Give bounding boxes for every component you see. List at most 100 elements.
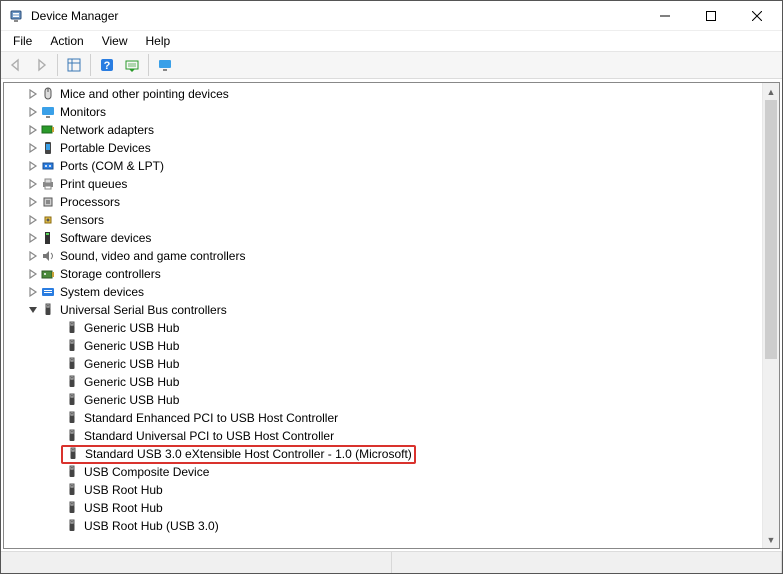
category-storage-controllers[interactable]: Storage controllers <box>4 265 762 283</box>
device-item[interactable]: Standard USB 3.0 eXtensible Host Control… <box>4 445 762 463</box>
device-label: Generic USB Hub <box>84 319 179 337</box>
device-item[interactable]: USB Composite Device <box>4 463 762 481</box>
scroll-thumb[interactable] <box>765 100 777 359</box>
sound-icon <box>40 248 56 264</box>
show-hide-tree-button[interactable] <box>62 53 86 77</box>
collapse-icon[interactable] <box>26 303 40 317</box>
category-monitors[interactable]: Monitors <box>4 103 762 121</box>
monitor-view-button[interactable] <box>153 53 177 77</box>
usb-icon <box>40 302 56 318</box>
category-label: Software devices <box>60 229 151 247</box>
device-tree-panel: Mice and other pointing devicesMonitorsN… <box>3 82 780 549</box>
help-button[interactable]: ? <box>95 53 119 77</box>
category-software-devices[interactable]: Software devices <box>4 229 762 247</box>
category-label: Universal Serial Bus controllers <box>60 301 227 319</box>
expand-icon[interactable] <box>26 159 40 173</box>
scan-hardware-button[interactable] <box>120 53 144 77</box>
scroll-track[interactable] <box>763 100 779 531</box>
category-label: Sensors <box>60 211 104 229</box>
category-label: Ports (COM & LPT) <box>60 157 164 175</box>
device-item[interactable]: Generic USB Hub <box>4 337 762 355</box>
menu-action[interactable]: Action <box>42 32 91 50</box>
device-label: Generic USB Hub <box>84 373 179 391</box>
device-item[interactable]: Generic USB Hub <box>4 391 762 409</box>
category-mice-and-other-pointing-devices[interactable]: Mice and other pointing devices <box>4 85 762 103</box>
system-icon <box>40 284 56 300</box>
device-item[interactable]: Generic USB Hub <box>4 319 762 337</box>
usb-icon <box>64 518 80 534</box>
device-item[interactable]: Standard Universal PCI to USB Host Contr… <box>4 427 762 445</box>
category-label: Storage controllers <box>60 265 161 283</box>
device-tree[interactable]: Mice and other pointing devicesMonitorsN… <box>4 83 762 548</box>
expand-icon[interactable] <box>26 231 40 245</box>
cpu-icon <box>40 194 56 210</box>
portable-icon <box>40 140 56 156</box>
device-item[interactable]: USB Root Hub <box>4 481 762 499</box>
netcard-icon <box>40 122 56 138</box>
usb-icon <box>64 374 80 390</box>
category-label: Processors <box>60 193 120 211</box>
category-ports-com-lpt-[interactable]: Ports (COM & LPT) <box>4 157 762 175</box>
forward-button[interactable] <box>29 53 53 77</box>
menu-view[interactable]: View <box>94 32 136 50</box>
device-label: Generic USB Hub <box>84 337 179 355</box>
toolbar-separator <box>57 54 58 76</box>
device-item[interactable]: USB Root Hub <box>4 499 762 517</box>
category-portable-devices[interactable]: Portable Devices <box>4 139 762 157</box>
expand-icon[interactable] <box>26 249 40 263</box>
usb-icon <box>64 464 80 480</box>
maximize-button[interactable] <box>688 1 734 31</box>
category-label: Monitors <box>60 103 106 121</box>
usb-icon <box>64 500 80 516</box>
device-item[interactable]: Generic USB Hub <box>4 355 762 373</box>
mouse-icon <box>40 86 56 102</box>
vertical-scrollbar[interactable]: ▲ ▼ <box>762 83 779 548</box>
usb-icon <box>64 320 80 336</box>
category-network-adapters[interactable]: Network adapters <box>4 121 762 139</box>
expand-icon[interactable] <box>26 195 40 209</box>
scroll-up-button[interactable]: ▲ <box>763 83 779 100</box>
category-processors[interactable]: Processors <box>4 193 762 211</box>
category-print-queues[interactable]: Print queues <box>4 175 762 193</box>
sensor-icon <box>40 212 56 228</box>
toolbar-separator <box>90 54 91 76</box>
app-icon <box>9 8 25 24</box>
category-universal-serial-bus-controllers[interactable]: Universal Serial Bus controllers <box>4 301 762 319</box>
category-system-devices[interactable]: System devices <box>4 283 762 301</box>
expand-icon[interactable] <box>26 267 40 281</box>
category-sound-video-and-game-controllers[interactable]: Sound, video and game controllers <box>4 247 762 265</box>
menu-file[interactable]: File <box>5 32 40 50</box>
status-bar <box>1 551 782 573</box>
expand-icon[interactable] <box>26 141 40 155</box>
category-label: Portable Devices <box>60 139 151 157</box>
expand-icon[interactable] <box>26 87 40 101</box>
device-label: Generic USB Hub <box>84 391 179 409</box>
expand-icon[interactable] <box>26 177 40 191</box>
close-button[interactable] <box>734 1 780 31</box>
minimize-button[interactable] <box>642 1 688 31</box>
toolbar-separator <box>148 54 149 76</box>
device-label: Generic USB Hub <box>84 355 179 373</box>
usb-icon <box>64 392 80 408</box>
category-label: Print queues <box>60 175 127 193</box>
device-label: USB Root Hub <box>84 499 163 517</box>
menu-help[interactable]: Help <box>138 32 179 50</box>
device-item[interactable]: USB Root Hub (USB 3.0) <box>4 517 762 535</box>
expand-icon[interactable] <box>26 105 40 119</box>
device-item[interactable]: Generic USB Hub <box>4 373 762 391</box>
expand-icon[interactable] <box>26 213 40 227</box>
expand-icon[interactable] <box>26 123 40 137</box>
category-sensors[interactable]: Sensors <box>4 211 762 229</box>
device-label: Standard USB 3.0 eXtensible Host Control… <box>85 445 412 463</box>
ports-icon <box>40 158 56 174</box>
status-cell <box>392 552 783 573</box>
usb-icon <box>64 338 80 354</box>
toolbar: ? <box>1 51 782 79</box>
storage-icon <box>40 266 56 282</box>
expand-icon[interactable] <box>26 285 40 299</box>
scroll-down-button[interactable]: ▼ <box>763 531 779 548</box>
back-button[interactable] <box>4 53 28 77</box>
device-item[interactable]: Standard Enhanced PCI to USB Host Contro… <box>4 409 762 427</box>
usb-icon <box>64 482 80 498</box>
device-label: USB Root Hub <box>84 481 163 499</box>
